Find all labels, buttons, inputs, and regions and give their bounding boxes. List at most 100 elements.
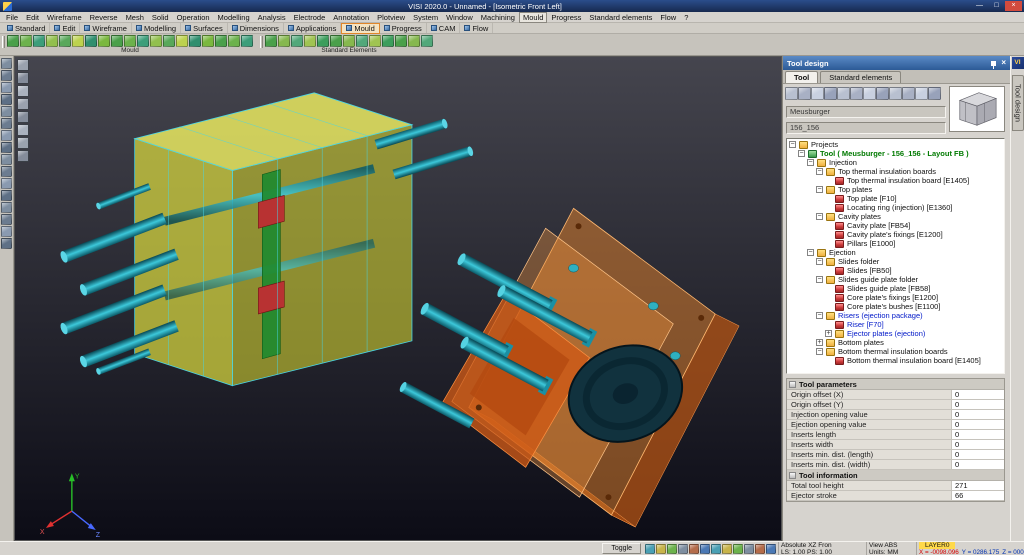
- parameter-value[interactable]: 0: [952, 430, 1004, 439]
- menu-modelling[interactable]: Modelling: [214, 12, 254, 23]
- mould-tool-icon-3[interactable]: [33, 35, 45, 47]
- menu-file[interactable]: File: [2, 12, 22, 23]
- tree-item[interactable]: Bottom thermal insulation board [E1405]: [787, 356, 1004, 365]
- left-tool-icon-5[interactable]: [1, 106, 12, 117]
- tree-item-label[interactable]: Slides guide plate [FB58]: [847, 284, 930, 293]
- menu-operation[interactable]: Operation: [173, 12, 214, 23]
- tree-item[interactable]: − Slides folder: [787, 257, 1004, 266]
- view-tool-icon-4[interactable]: [17, 98, 29, 110]
- mould-tool-icon-8[interactable]: [98, 35, 110, 47]
- status-icon-7[interactable]: [711, 544, 721, 554]
- left-tool-icon-10[interactable]: [1, 166, 12, 177]
- collapse-icon[interactable]: −: [816, 258, 823, 265]
- toolbar-grip[interactable]: [2, 36, 5, 48]
- tool-size-field[interactable]: 156_156: [786, 122, 946, 134]
- toolbar-toggle-wireframe[interactable]: Wireframe: [80, 23, 132, 33]
- panel-tool-icon-1[interactable]: [785, 87, 798, 100]
- expand-icon[interactable]: +: [825, 330, 832, 337]
- tree-item[interactable]: Slides guide plate [FB58]: [787, 284, 1004, 293]
- toolbar-toggle-mould[interactable]: Mould: [341, 23, 379, 34]
- view-tool-icon-5[interactable]: [17, 111, 29, 123]
- menu-flow[interactable]: Flow: [656, 12, 680, 23]
- toolbar-toggle-cam[interactable]: CAM: [427, 23, 461, 33]
- toolbar-toggle-flow[interactable]: Flow: [460, 23, 493, 33]
- view-tool-icon-6[interactable]: [17, 124, 29, 136]
- panel-tool-icon-8[interactable]: [876, 87, 889, 100]
- tree-item-label[interactable]: Ejection: [829, 248, 856, 257]
- mould-tool-icon-18[interactable]: [228, 35, 240, 47]
- tree-item[interactable]: −Top plates: [787, 185, 1004, 194]
- tree-item-label[interactable]: Slides folder: [838, 257, 879, 266]
- tool-design-dock-tab[interactable]: Tool design: [1012, 75, 1024, 131]
- standard-element-icon-13[interactable]: [421, 35, 433, 47]
- tree-item-label[interactable]: Riser [F70]: [847, 320, 884, 329]
- tree-item-label[interactable]: Bottom plates: [838, 338, 884, 347]
- tree-item-label[interactable]: Cavity plates: [838, 212, 881, 221]
- minimize-button[interactable]: —: [971, 1, 988, 11]
- tree-item[interactable]: +Bottom plates: [787, 338, 1004, 347]
- menu-annotation[interactable]: Annotation: [329, 12, 373, 23]
- collapse-icon[interactable]: −: [816, 276, 823, 283]
- standard-element-icon-10[interactable]: [382, 35, 394, 47]
- status-icon-10[interactable]: [744, 544, 754, 554]
- tree-item[interactable]: Locating ring (injection) [E1360]: [787, 203, 1004, 212]
- standard-element-icon-12[interactable]: [408, 35, 420, 47]
- tree-item-label[interactable]: Tool ( Meusburger - 156_156 - Layout FB …: [820, 149, 969, 158]
- standard-element-icon-8[interactable]: [356, 35, 368, 47]
- menu-reverse[interactable]: Reverse: [86, 12, 122, 23]
- toolbar-toggle-standard[interactable]: Standard: [3, 23, 50, 33]
- status-icon-6[interactable]: [700, 544, 710, 554]
- left-tool-icon-1[interactable]: [1, 58, 12, 69]
- tree-item-label[interactable]: Slides [FB50]: [847, 266, 892, 275]
- collapse-icon[interactable]: −: [816, 312, 823, 319]
- standard-element-icon-9[interactable]: [369, 35, 381, 47]
- status-icon-4[interactable]: [678, 544, 688, 554]
- toolbar-grip[interactable]: [260, 36, 263, 48]
- parameter-value[interactable]: 0: [952, 390, 1004, 399]
- panel-tool-icon-4[interactable]: [824, 87, 837, 100]
- supplier-dropdown[interactable]: Meusburger: [786, 106, 946, 118]
- mould-tool-icon-19[interactable]: [241, 35, 253, 47]
- standard-element-icon-1[interactable]: [265, 35, 277, 47]
- collapse-icon[interactable]: −: [816, 168, 823, 175]
- standard-element-icon-6[interactable]: [330, 35, 342, 47]
- tree-item[interactable]: −Cavity plates: [787, 212, 1004, 221]
- viewport-3d[interactable]: X Y Z: [14, 56, 782, 541]
- toggle-button[interactable]: Toggle: [602, 543, 641, 554]
- mould-tool-icon-17[interactable]: [215, 35, 227, 47]
- standard-element-icon-3[interactable]: [291, 35, 303, 47]
- menu-edit[interactable]: Edit: [22, 12, 43, 23]
- mould-tool-icon-10[interactable]: [124, 35, 136, 47]
- tree-item-label[interactable]: Top thermal insulation boards: [838, 167, 936, 176]
- status-icon-9[interactable]: [733, 544, 743, 554]
- tree-item-label[interactable]: Injection: [829, 158, 857, 167]
- menu-analysis[interactable]: Analysis: [254, 12, 290, 23]
- mould-tool-icon-5[interactable]: [59, 35, 71, 47]
- mould-tool-icon-12[interactable]: [150, 35, 162, 47]
- standard-element-icon-11[interactable]: [395, 35, 407, 47]
- coordinate-mode[interactable]: Absolute XZ Fron: [778, 542, 866, 549]
- collapse-icon[interactable]: −: [816, 348, 823, 355]
- panel-close-icon[interactable]: ×: [1001, 59, 1006, 67]
- panel-tool-icon-3[interactable]: [811, 87, 824, 100]
- close-button[interactable]: ×: [1005, 1, 1022, 11]
- toolbar-toggle-edit[interactable]: Edit: [50, 23, 80, 33]
- tree-item-label[interactable]: Core plate's bushes [E1100]: [847, 302, 940, 311]
- menu-window[interactable]: Window: [442, 12, 477, 23]
- active-layer[interactable]: LAYER0: [916, 542, 1024, 549]
- standard-element-icon-7[interactable]: [343, 35, 355, 47]
- panel-tool-icon-5[interactable]: [837, 87, 850, 100]
- menu-plotview[interactable]: Plotview: [373, 12, 409, 23]
- left-tool-icon-8[interactable]: [1, 142, 12, 153]
- tab-standard-elements[interactable]: Standard elements: [820, 71, 901, 83]
- status-icon-3[interactable]: [667, 544, 677, 554]
- tree-item[interactable]: Top plate [F10]: [787, 194, 1004, 203]
- left-tool-icon-2[interactable]: [1, 70, 12, 81]
- tree-item[interactable]: −Risers (ejection package): [787, 311, 1004, 320]
- left-tool-icon-15[interactable]: [1, 226, 12, 237]
- tree-item[interactable]: Core plate's fixings [E1200]: [787, 293, 1004, 302]
- tree-item[interactable]: +Ejector plates (ejection): [787, 329, 1004, 338]
- mould-tool-icon-4[interactable]: [46, 35, 58, 47]
- tree-item-label[interactable]: Top plate [F10]: [847, 194, 897, 203]
- tree-item[interactable]: Cavity plate [FB54]: [787, 221, 1004, 230]
